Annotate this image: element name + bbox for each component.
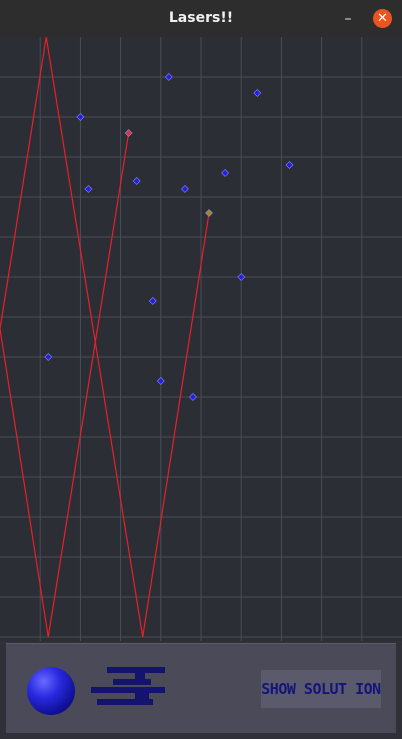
close-button[interactable]: ✕ bbox=[373, 9, 392, 28]
pixel-digit-icon bbox=[91, 667, 165, 705]
blue-orb-icon bbox=[27, 667, 75, 715]
show-solution-button[interactable]: SHOW SOLUT ION bbox=[261, 670, 381, 708]
board-canvas[interactable] bbox=[0, 37, 402, 641]
game-board[interactable] bbox=[0, 37, 402, 641]
control-panel-inner: SHOW SOLUT ION bbox=[6, 643, 396, 733]
control-panel: SHOW SOLUT ION bbox=[0, 641, 402, 739]
title-bar: Lasers!! – ✕ bbox=[0, 0, 402, 38]
minimize-button[interactable]: – bbox=[338, 10, 358, 28]
